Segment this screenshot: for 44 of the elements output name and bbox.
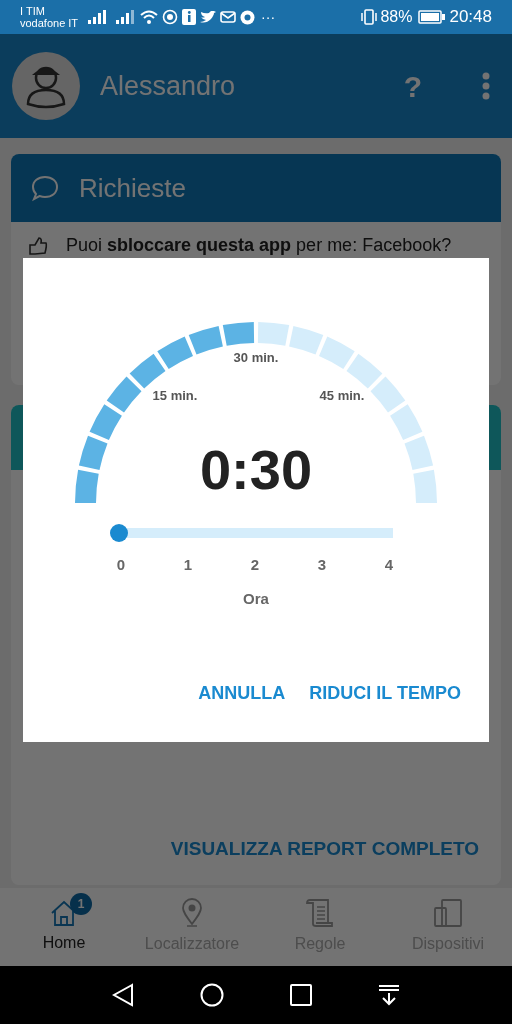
dialog-button[interactable]: ANNULLA <box>192 676 292 711</box>
gauge-label: 45 min. <box>319 388 365 403</box>
gauge-label: 15 min. <box>152 388 198 403</box>
user-name: Alessandro <box>100 69 236 103</box>
avatar-icon[interactable] <box>12 52 80 120</box>
hand-icon <box>29 236 48 255</box>
slider-unit: Ora <box>242 589 270 609</box>
info-icon <box>182 9 197 25</box>
bird-icon <box>200 10 217 24</box>
signal-icon <box>116 10 135 24</box>
slider-thumb[interactable] <box>110 524 128 542</box>
slider-tick-label: 2 <box>249 555 261 575</box>
recents-icon[interactable] <box>290 984 312 1006</box>
battery-icon <box>418 10 446 24</box>
nav-tab[interactable]: 1 Home <box>0 888 128 966</box>
card-title: Richieste <box>79 171 186 205</box>
mail-icon <box>220 11 237 23</box>
slider-tick-label: 1 <box>182 555 194 575</box>
request-message: Puoi sbloccare questa app per me: Facebook? <box>66 234 452 257</box>
notifications-pull-icon[interactable] <box>378 984 400 1006</box>
slider-tick-label: 0 <box>115 555 127 575</box>
slider-tick-label: 3 <box>316 555 328 575</box>
gauge-label: 30 min. <box>233 350 279 365</box>
battery-percent: 88% <box>380 7 413 27</box>
full-report-link[interactable]: VISUALIZZA REPORT COMPLETO <box>170 834 479 863</box>
vibrate-icon <box>360 9 379 25</box>
wifi-icon <box>140 10 159 24</box>
home-circle-icon[interactable] <box>200 983 224 1007</box>
chat-bubble-icon <box>31 174 59 202</box>
location-pin-icon <box>181 898 203 928</box>
slider-tick-label: 4 <box>383 555 395 575</box>
more-menu-icon[interactable] <box>482 72 490 100</box>
back-icon[interactable] <box>112 983 134 1007</box>
clock-time: 20:48 <box>449 6 492 29</box>
devices-icon <box>433 898 463 928</box>
notification-badge: 1 <box>70 893 92 915</box>
time-value: 0:30 <box>198 438 314 502</box>
help-button[interactable]: ? <box>403 63 422 109</box>
signal-icon <box>88 10 107 24</box>
carrier-name: I TIM <box>20 5 46 17</box>
more-notifications: ··· <box>261 7 276 27</box>
dialog-button[interactable]: RIDUCI IL TEMPO <box>303 676 467 711</box>
carrier-name: vodafone IT <box>20 17 79 29</box>
scroll-icon <box>306 898 334 928</box>
